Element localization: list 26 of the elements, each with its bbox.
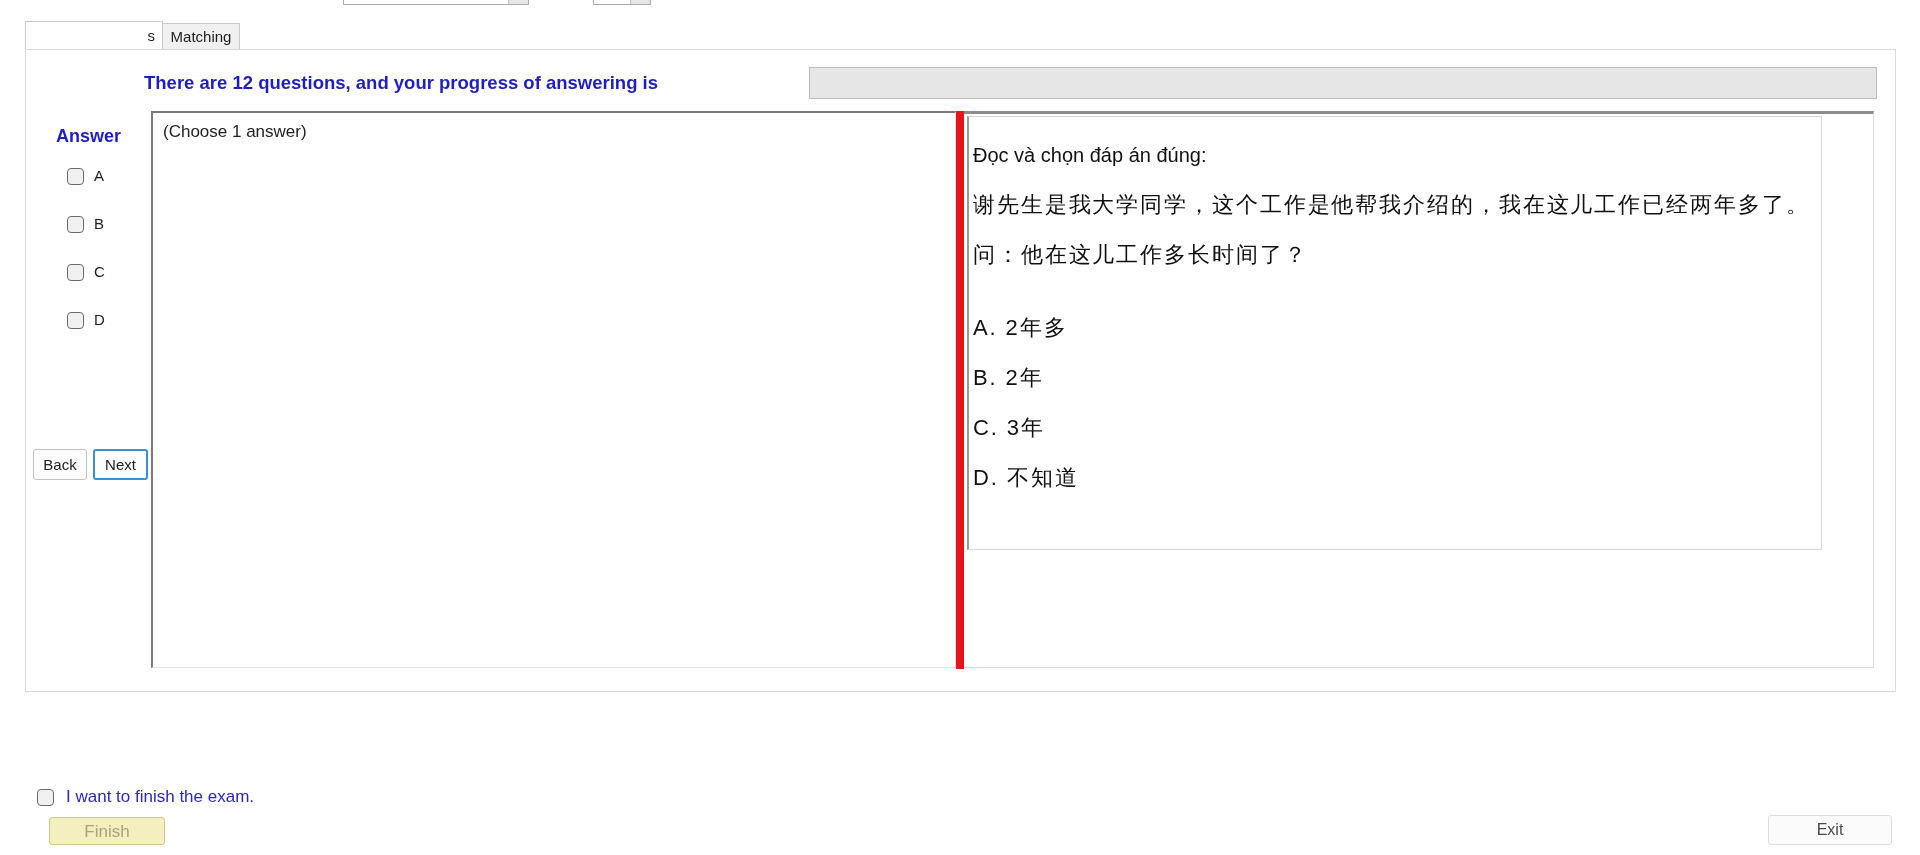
- choice-text: D. 不知道: [973, 464, 1080, 492]
- exit-button[interactable]: Exit: [1768, 815, 1892, 845]
- dropdown-field[interactable]: [343, 0, 529, 5]
- option-label: A: [94, 165, 104, 186]
- choice-text: A. 2年多: [973, 314, 1069, 342]
- finish-confirm-label: I want to finish the exam.: [66, 786, 255, 809]
- answer-checkbox[interactable]: [67, 215, 84, 233]
- dropdown-field[interactable]: [593, 0, 651, 5]
- progress-label: There are 12 questions, and your progress of answering is: [144, 71, 659, 96]
- question-text: 谢先生是我大学同学，这个工作是他帮我介绍的，我在这儿工作已经两年多了。: [973, 191, 1811, 219]
- answer-checkbox[interactable]: [67, 167, 84, 185]
- back-button[interactable]: Back: [33, 449, 87, 480]
- answer-checkbox[interactable]: [67, 263, 84, 281]
- next-button[interactable]: Next: [93, 449, 148, 480]
- choice-text: B. 2年: [973, 364, 1045, 392]
- question-instruction: Đọc và chọn đáp án đúng:: [973, 143, 1208, 168]
- tab[interactable]: Matching: [162, 23, 240, 49]
- answer-heading: Answer: [56, 125, 121, 147]
- question-text: 问：他在这儿工作多长时间了？: [973, 241, 1309, 269]
- option-label: D: [94, 309, 105, 330]
- choice-text: C. 3年: [973, 414, 1046, 442]
- answer-checkbox[interactable]: [67, 311, 84, 329]
- tab[interactable]: s: [25, 21, 163, 49]
- option-label: B: [94, 213, 104, 234]
- finish-checkbox[interactable]: [37, 788, 54, 806]
- option-label: C: [94, 261, 105, 282]
